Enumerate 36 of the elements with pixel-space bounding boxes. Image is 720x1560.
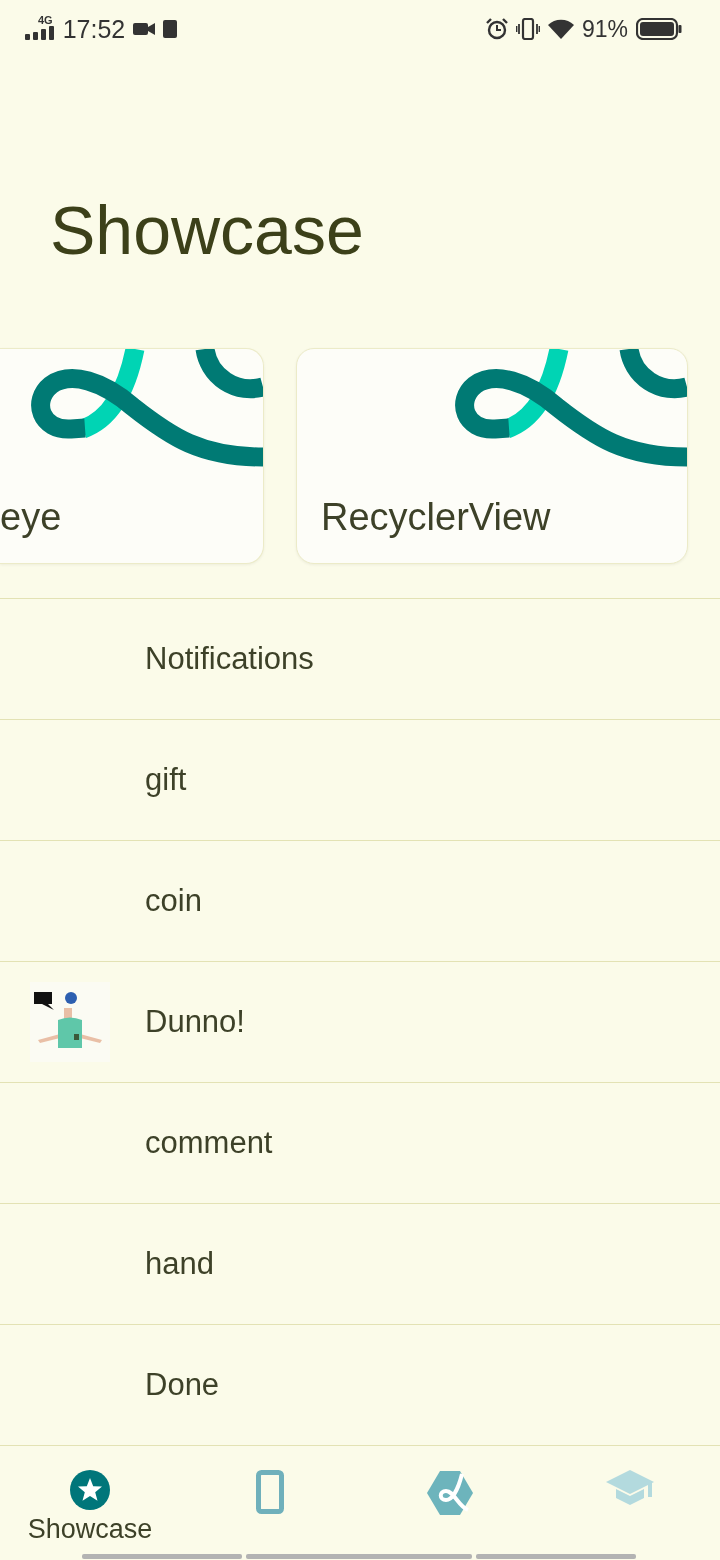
showcase-card[interactable]: eye	[0, 348, 264, 564]
item-label: Done	[145, 1367, 220, 1403]
item-label: Notifications	[145, 641, 314, 677]
list-item[interactable]: coin	[0, 841, 720, 962]
nav-tab[interactable]	[606, 1470, 654, 1506]
nav-tab[interactable]	[256, 1470, 284, 1514]
list-item[interactable]: comment	[0, 1083, 720, 1204]
list-item[interactable]: gift	[0, 720, 720, 841]
video-camera-icon	[133, 22, 156, 36]
hexagon-logo-icon	[426, 1470, 474, 1516]
clock-time: 17:52	[62, 14, 126, 44]
list-item[interactable]: Notifications	[0, 599, 720, 720]
graduation-cap-icon	[606, 1470, 654, 1506]
card-title: RecyclerView	[321, 496, 551, 539]
item-label: hand	[145, 1246, 214, 1282]
page-title: Showcase	[50, 194, 365, 266]
item-label: coin	[145, 883, 202, 919]
list-item[interactable]: Dunno!	[0, 962, 720, 1083]
item-label: Dunno!	[145, 1004, 245, 1040]
sd-card-icon	[163, 20, 178, 38]
card-title: eye	[0, 496, 62, 539]
list-item[interactable]: hand	[0, 1204, 720, 1325]
nav-tab[interactable]	[426, 1470, 474, 1516]
item-label: gift	[145, 762, 187, 798]
item-label: comment	[145, 1125, 273, 1161]
signal-icon	[24, 26, 55, 40]
battery-percent: 91%	[581, 15, 628, 43]
battery-icon	[636, 18, 682, 40]
vibrate-icon	[515, 18, 540, 40]
network-label: 4G	[38, 14, 53, 26]
showcase-card[interactable]: RecyclerView	[296, 348, 688, 564]
nav-tab[interactable]: Showcase	[27, 1470, 153, 1545]
list-item[interactable]: Done	[0, 1325, 720, 1446]
wifi-icon	[547, 19, 574, 39]
alarm-icon	[485, 18, 508, 40]
phone-icon	[256, 1470, 284, 1514]
